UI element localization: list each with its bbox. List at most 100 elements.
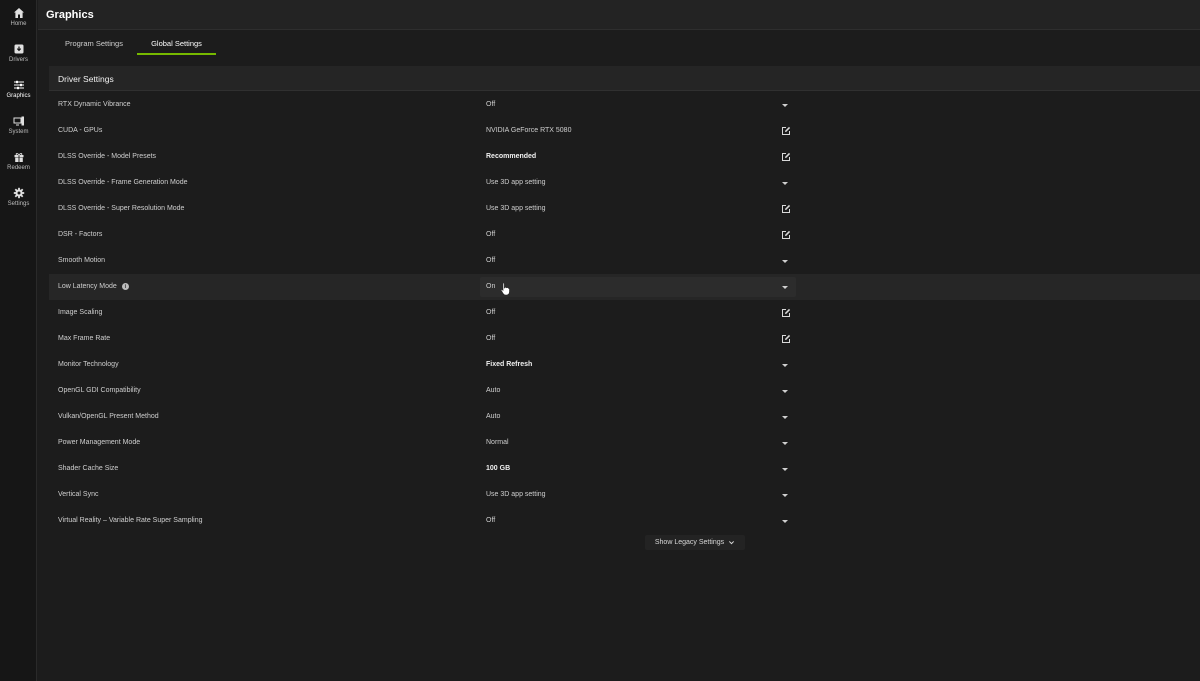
setting-value: Recommended	[486, 153, 537, 160]
nav-system[interactable]: System	[0, 113, 37, 147]
setting-label-text: Max Frame Rate	[58, 335, 111, 342]
setting-value: Off	[486, 101, 496, 108]
edit-icon[interactable]	[781, 334, 791, 344]
tab-global-settings[interactable]: Global Settings	[137, 34, 216, 55]
setting-label-text: Low Latency Mode	[58, 283, 117, 290]
home-icon	[13, 8, 24, 18]
setting-edit-field[interactable]: NVIDIA GeForce RTX 5080	[480, 121, 796, 141]
edit-icon[interactable]	[781, 230, 791, 240]
setting-label-text: Vulkan/OpenGL Present Method	[58, 413, 159, 420]
setting-row-low-latency-mode: Low Latency Mode i On	[49, 274, 1200, 300]
setting-value: On	[486, 283, 496, 290]
setting-row-vertical-sync: Vertical Sync Use 3D app setting	[49, 482, 1200, 508]
setting-label: Power Management Mode	[58, 439, 140, 446]
setting-row-dsr-factors: DSR - Factors Off	[49, 222, 1200, 248]
caret-down-icon[interactable]	[782, 364, 788, 367]
caret-down-icon[interactable]	[782, 286, 788, 289]
setting-row-virtual-reality-variable-rate-super-sampling: Virtual Reality – Variable Rate Super Sa…	[49, 508, 1200, 534]
header-bar: Graphics	[38, 0, 1200, 30]
show-legacy-settings-button[interactable]: Show Legacy Settings	[645, 535, 745, 550]
setting-dropdown[interactable]: Normal	[480, 433, 796, 453]
setting-label: DLSS Override - Super Resolution Mode	[58, 205, 184, 212]
panel-header: Driver Settings	[49, 66, 1200, 91]
setting-dropdown[interactable]: Auto	[480, 381, 796, 401]
setting-row-shader-cache-size: Shader Cache Size 100 GB	[49, 456, 1200, 482]
setting-dropdown[interactable]: Off	[480, 95, 796, 115]
setting-label: RTX Dynamic Vibrance	[58, 101, 131, 108]
setting-dropdown[interactable]: 100 GB	[480, 459, 796, 479]
setting-edit-field[interactable]: Recommended	[480, 147, 796, 167]
setting-label-text: DLSS Override - Super Resolution Mode	[58, 205, 185, 212]
panel-title: Driver Settings	[58, 74, 114, 84]
nav-graphics[interactable]: Graphics	[0, 77, 37, 111]
nav-redeem[interactable]: Redeem	[0, 149, 37, 183]
setting-edit-field[interactable]: Off	[480, 225, 796, 245]
setting-row-opengl-gdi-compatibility: OpenGL GDI Compatibility Auto	[49, 378, 1200, 404]
info-icon[interactable]: i	[121, 283, 129, 290]
edit-icon[interactable]	[781, 308, 791, 318]
setting-label-text: Image Scaling	[58, 309, 103, 316]
nav-home[interactable]: Home	[0, 5, 37, 39]
setting-label: Smooth Motion	[58, 257, 105, 264]
setting-label-text: RTX Dynamic Vibrance	[58, 101, 131, 108]
setting-edit-field[interactable]: Off	[480, 303, 796, 323]
setting-edit-field[interactable]: Use 3D app setting	[480, 199, 796, 219]
caret-down-icon[interactable]	[782, 468, 788, 471]
caret-down-icon[interactable]	[782, 494, 788, 497]
nav-drivers-label: Drivers	[9, 57, 28, 63]
setting-row-image-scaling: Image Scaling Off	[49, 300, 1200, 326]
setting-dropdown[interactable]: Use 3D app setting	[480, 485, 796, 505]
setting-label-text: CUDA - GPUs	[58, 127, 103, 134]
setting-row-vulkan-opengl-present-method: Vulkan/OpenGL Present Method Auto	[49, 404, 1200, 430]
caret-down-icon[interactable]	[782, 416, 788, 419]
setting-row-rtx-dynamic-vibrance: RTX Dynamic Vibrance Off	[49, 92, 1200, 118]
nav-settings[interactable]: Settings	[0, 185, 37, 219]
caret-down-icon[interactable]	[782, 520, 788, 523]
setting-dropdown[interactable]: Off	[480, 511, 796, 531]
setting-dropdown[interactable]: Use 3D app setting	[480, 173, 796, 193]
setting-label-text: Shader Cache Size	[58, 465, 119, 472]
setting-row-power-management-mode: Power Management Mode Normal	[49, 430, 1200, 456]
setting-row-smooth-motion: Smooth Motion Off	[49, 248, 1200, 274]
setting-label: Image Scaling	[58, 309, 102, 316]
edit-icon[interactable]	[781, 126, 791, 136]
setting-value: Off	[486, 335, 496, 342]
edit-icon[interactable]	[781, 152, 791, 162]
setting-dropdown[interactable]: Off	[480, 251, 796, 271]
setting-value: 100 GB	[486, 465, 511, 472]
edit-icon[interactable]	[781, 204, 791, 214]
chevron-down-icon	[729, 541, 735, 545]
setting-value: Normal	[486, 439, 509, 446]
nav-drivers[interactable]: Drivers	[0, 41, 37, 75]
caret-down-icon[interactable]	[782, 442, 788, 445]
setting-value: Use 3D app setting	[486, 179, 546, 186]
caret-down-icon[interactable]	[782, 390, 788, 393]
nav-graphics-label: Graphics	[6, 93, 31, 99]
setting-label: Low Latency Mode i	[58, 283, 129, 290]
setting-label: DLSS Override - Frame Generation Mode	[58, 179, 188, 186]
system-icon	[13, 116, 24, 126]
setting-label-text: DLSS Override - Frame Generation Mode	[58, 179, 188, 186]
caret-down-icon[interactable]	[782, 104, 788, 107]
setting-label: Monitor Technology	[58, 361, 119, 368]
setting-dropdown[interactable]: Auto	[480, 407, 796, 427]
setting-dropdown[interactable]: Fixed Refresh	[480, 355, 796, 375]
setting-label: CUDA - GPUs	[58, 127, 102, 134]
setting-label: DLSS Override - Model Presets	[58, 153, 156, 160]
tab-program-settings[interactable]: Program Settings	[53, 34, 135, 55]
page-title: Graphics	[46, 9, 94, 21]
setting-row-dlss-override-model-presets: DLSS Override - Model Presets Recommended	[49, 144, 1200, 170]
setting-label: DSR - Factors	[58, 231, 102, 238]
caret-down-icon[interactable]	[782, 260, 788, 263]
setting-label: Shader Cache Size	[58, 465, 118, 472]
setting-label-text: Virtual Reality – Variable Rate Super Sa…	[58, 517, 203, 524]
setting-dropdown[interactable]: On	[480, 277, 796, 297]
setting-edit-field[interactable]: Off	[480, 329, 796, 349]
setting-value: Off	[486, 231, 496, 238]
nav-system-label: System	[8, 129, 29, 135]
caret-down-icon[interactable]	[782, 182, 788, 185]
setting-label: Virtual Reality – Variable Rate Super Sa…	[58, 517, 202, 524]
setting-row-max-frame-rate: Max Frame Rate Off	[49, 326, 1200, 352]
setting-row-dlss-override-super-resolution-mode: DLSS Override - Super Resolution Mode Use…	[49, 196, 1200, 222]
nav-settings-label: Settings	[7, 201, 30, 207]
